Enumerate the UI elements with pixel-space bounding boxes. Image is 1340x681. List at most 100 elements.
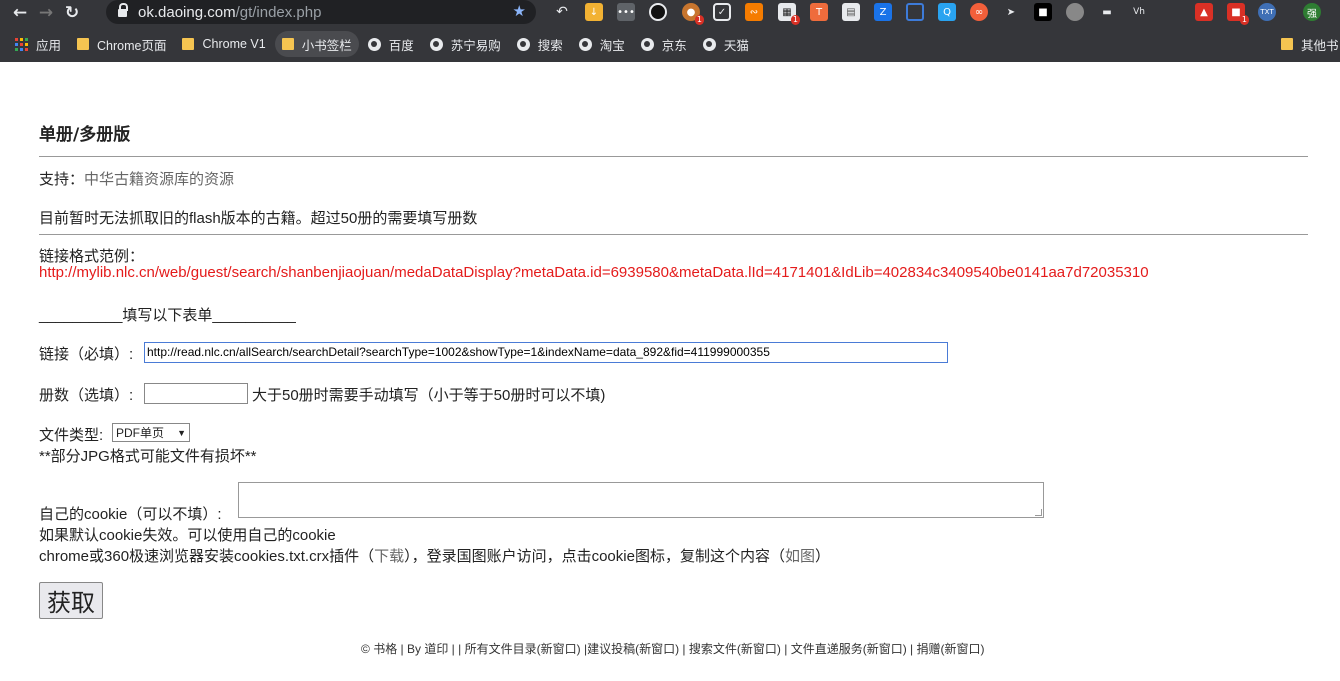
bookmark-suning[interactable]: 苏宁易购	[423, 31, 508, 57]
instruction-text: chrome或360极速浏览器安装cookies.txt.crx插件（	[39, 548, 375, 565]
link-input[interactable]: http://read.nlc.cn/allSearch/searchDetai…	[144, 342, 948, 363]
bookmark-other[interactable]: 其他书	[1274, 31, 1340, 57]
bookmark-chrome-v1[interactable]: Chrome V1	[175, 31, 272, 57]
z-extension-icon[interactable]: Z	[874, 3, 892, 21]
volume-input[interactable]	[144, 383, 248, 404]
folder-icon	[182, 38, 195, 50]
red-extension-icon[interactable]: ■ 1	[1227, 3, 1249, 25]
bookmark-label: 淘宝	[599, 38, 625, 53]
bookmarks-bar: 应用 Chrome页面 Chrome V1 小书签栏 百度 苏宁易购 搜索 淘宝…	[0, 26, 1340, 62]
footer-new-window-link[interactable]: (新窗口)	[737, 642, 781, 656]
form-heading: __________填写以下表单__________	[39, 307, 296, 324]
calendar-extension-icon[interactable]: ▦ 1	[778, 3, 800, 25]
footer-new-window-link[interactable]: (新窗口)	[537, 642, 581, 656]
footer-site-link[interactable]: 书格	[373, 642, 397, 656]
bookmark-apps[interactable]: 应用	[8, 31, 68, 57]
bookmark-jd[interactable]: 京东	[634, 31, 694, 57]
cookie-instructions: chrome或360极速浏览器安装cookies.txt.crx插件（下载），登…	[39, 545, 830, 566]
divider	[39, 156, 1308, 157]
volume-hint: 大于50册时需要手动填写（小于等于50册时可以不填)	[252, 387, 606, 404]
footer-new-window-link[interactable]: (新窗口)	[635, 642, 679, 656]
bookmark-taobao[interactable]: 淘宝	[572, 31, 632, 57]
forward-icon[interactable]: →	[33, 0, 59, 26]
extension-badge: 1	[1239, 15, 1249, 25]
cursor-extension-icon[interactable]: ➤	[1002, 3, 1020, 21]
lock-icon	[118, 2, 128, 18]
bookmark-tmall[interactable]: 天猫	[696, 31, 756, 57]
address-bar[interactable]: ok.daoing.com/gt/index.php ★	[106, 0, 536, 24]
footer-direct-link[interactable]: 文件直递服务	[791, 642, 863, 656]
jpg-warning: **部分JPG格式可能文件有损坏**	[39, 448, 257, 465]
support-label: 支持：	[39, 171, 85, 188]
bookmark-baidu[interactable]: 百度	[361, 31, 421, 57]
resize-grip-icon[interactable]	[1035, 509, 1042, 516]
bookmark-label: 天猫	[723, 38, 749, 53]
filetype-label: 文件类型:	[39, 427, 104, 444]
instruction-text: ），登录国图账户访问，点击cookie图标，复制这个内容（	[404, 548, 785, 565]
footer-new-window-link[interactable]: (新窗口)	[863, 642, 907, 656]
bookmark-label: 百度	[388, 38, 414, 53]
cookie-label: 自己的cookie（可以不填）:	[39, 506, 222, 523]
footer-suggest-link[interactable]: 建议投稿	[587, 642, 635, 656]
dropdown-arrow-icon: ▼	[177, 427, 186, 438]
reload-icon[interactable]: ↻	[59, 0, 85, 26]
bookmark-small-bookmarks[interactable]: 小书签栏	[274, 31, 359, 57]
apps-grid-icon	[15, 37, 28, 51]
footer-search-link[interactable]: 搜索文件	[689, 642, 737, 656]
document-extension-icon[interactable]: ▤	[842, 3, 860, 21]
footer-sep: |	[780, 642, 791, 656]
profile-avatar-icon[interactable]: 强	[1303, 3, 1321, 21]
link-label: 链接（必填）:	[39, 346, 134, 363]
browser-toolbar: ← → ↻ ok.daoing.com/gt/index.php ★ ↶ ↓ •…	[0, 0, 1340, 26]
bookmark-label: 搜索	[537, 38, 563, 53]
bookmark-label: Chrome V1	[202, 37, 266, 51]
divider	[39, 234, 1308, 235]
back-icon[interactable]: ←	[7, 0, 33, 26]
circle-extension-icon[interactable]	[649, 3, 667, 21]
globe-icon	[702, 37, 716, 51]
copyright-symbol: ©	[361, 642, 374, 656]
gray-extension-icon[interactable]	[1066, 3, 1084, 21]
bookmark-chrome-pages[interactable]: Chrome页面	[70, 31, 173, 57]
footer-sep: |	[906, 642, 917, 656]
instruction-text: ）	[814, 548, 830, 565]
footer-author-link[interactable]: 道印	[424, 642, 448, 656]
vh-extension-icon[interactable]: Vh	[1130, 3, 1148, 21]
bookmark-label: Chrome页面	[97, 38, 167, 53]
footer-donate-link[interactable]: 捐赠	[917, 642, 941, 656]
square-extension-icon[interactable]: ■	[1034, 3, 1052, 21]
globe-icon	[429, 37, 443, 51]
page-title: 单册/多册版	[39, 125, 131, 145]
txt-extension-icon[interactable]: TXT	[1258, 3, 1276, 21]
t-extension-icon[interactable]: T	[810, 3, 828, 21]
footer-new-window-link[interactable]: (新窗口)	[941, 642, 985, 656]
globe-icon	[367, 37, 381, 51]
download-link[interactable]: 下载	[374, 548, 404, 565]
extension-badge: 1	[790, 15, 800, 25]
rss-extension-icon[interactable]: ∾	[745, 3, 763, 21]
infinity-extension-icon[interactable]: ∞	[970, 3, 988, 21]
search-extension-icon[interactable]: Q	[938, 3, 956, 21]
bookmark-star-icon[interactable]: ★	[513, 2, 526, 20]
puzzle-extension-icon[interactable]	[906, 3, 924, 21]
extension-badge: 1	[694, 15, 704, 25]
cookie-textarea[interactable]	[238, 482, 1044, 518]
pocket-extension-icon[interactable]: ✓	[713, 3, 731, 21]
fetch-button[interactable]: 获取	[39, 582, 103, 619]
footer-sep: | By	[397, 642, 425, 656]
download-extension-icon[interactable]: ↓	[585, 3, 603, 21]
example-image-link[interactable]: 如图	[785, 548, 815, 565]
bookmark-label: 小书签栏	[301, 38, 352, 53]
pdf-extension-icon[interactable]: ▲	[1195, 3, 1213, 21]
dots-extension-icon[interactable]: •••	[617, 3, 635, 21]
undo-extension-icon[interactable]: ↶	[553, 3, 571, 21]
monkey-extension-icon[interactable]: ● 1	[682, 3, 704, 25]
footer-all-files-link[interactable]: 所有文件目录	[465, 642, 537, 656]
folder-icon	[281, 38, 294, 50]
support-link[interactable]: 中华古籍资源库的资源	[84, 171, 234, 188]
globe-icon	[516, 37, 530, 51]
bookmark-search[interactable]: 搜索	[510, 31, 570, 57]
folder-icon	[1281, 38, 1293, 50]
keyboard-extension-icon[interactable]: ▬	[1098, 3, 1116, 21]
filetype-select[interactable]: PDF单页 ▼	[112, 423, 190, 442]
